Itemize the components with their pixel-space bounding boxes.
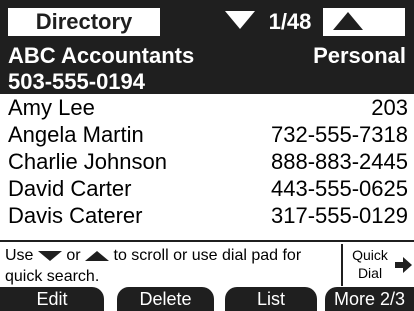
help-area: Use or to scroll or use dial pad for qui… <box>0 240 414 288</box>
delete-button[interactable]: Delete <box>117 287 214 311</box>
up-triangle-icon <box>85 250 110 261</box>
directory-list: Amy Lee 203 Angela Martin 732-555-7318 C… <box>0 94 414 229</box>
more-button[interactable]: More 2/3 <box>325 287 414 311</box>
list-item[interactable]: Angela Martin 732-555-7318 <box>0 121 414 148</box>
entry-counter: 1/48 <box>268 9 312 34</box>
header-bar: Directory 1/48 <box>0 0 414 40</box>
down-triangle-icon <box>37 250 62 261</box>
entry-number: 203 <box>371 95 408 120</box>
right-arrow-icon <box>395 257 412 273</box>
entry-name: Angela Martin <box>8 122 144 147</box>
entry-number: 443-555-0625 <box>270 176 408 201</box>
entry-number: 732-555-7318 <box>270 122 408 147</box>
list-item[interactable]: Amy Lee 203 <box>0 94 414 121</box>
selected-entry-name: ABC Accountants <box>8 43 195 68</box>
softkey-bar: Edit Delete List More 2/3 <box>0 287 414 311</box>
help-text-use: Use <box>5 247 34 264</box>
screen-title: Directory <box>8 8 160 36</box>
list-item[interactable]: David Carter 443-555-0625 <box>0 175 414 202</box>
entry-name: David Carter <box>8 176 132 201</box>
list-button[interactable]: List <box>225 287 317 311</box>
selected-entry[interactable]: ABC Accountants Personal 503-555-0194 <box>0 40 414 94</box>
quick-dial-button[interactable]: Quick Dial <box>341 244 414 286</box>
list-item[interactable]: Charlie Johnson 888-883-2445 <box>0 148 414 175</box>
phone-screen: Directory 1/48 ABC Accountants Personal … <box>0 0 414 311</box>
scroll-down-icon[interactable] <box>225 11 255 29</box>
quick-dial-label: Quick Dial <box>352 247 388 281</box>
edit-button[interactable]: Edit <box>0 287 104 311</box>
selected-entry-type: Personal <box>313 43 406 68</box>
entry-number: 317-555-0129 <box>270 203 408 228</box>
entry-name: Amy Lee <box>8 95 95 120</box>
selected-entry-number: 503-555-0194 <box>8 69 146 94</box>
list-item[interactable]: Davis Caterer 317-555-0129 <box>0 202 414 229</box>
help-text-or: or <box>66 247 81 264</box>
entry-number: 888-883-2445 <box>270 149 408 174</box>
entry-name: Charlie Johnson <box>8 149 167 174</box>
scroll-up-icon <box>333 12 363 30</box>
help-text: Use or to scroll or use dial pad for qui… <box>5 245 327 287</box>
entry-name: Davis Caterer <box>8 203 143 228</box>
scroll-up-button[interactable] <box>323 8 405 36</box>
